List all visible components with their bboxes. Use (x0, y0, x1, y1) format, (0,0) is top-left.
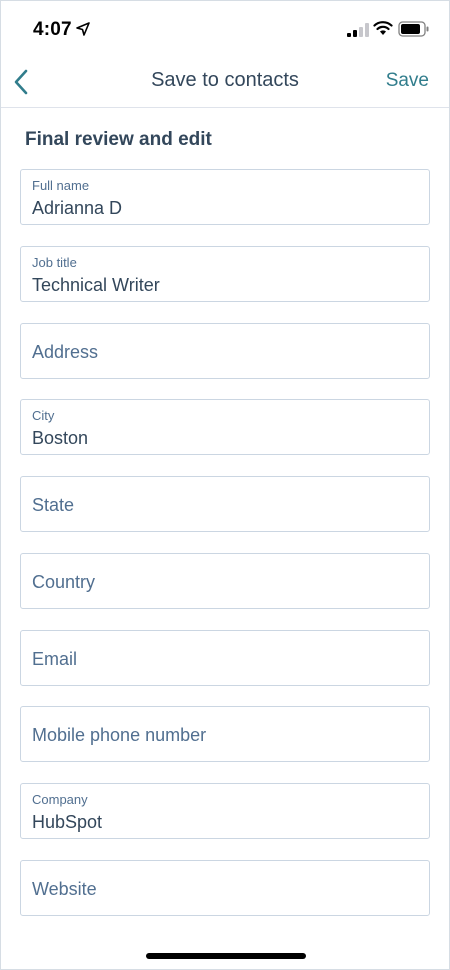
mobile-phone-placeholder: Mobile phone number (32, 725, 207, 745)
full-name-value: Adrianna D (32, 198, 123, 218)
address-field[interactable]: Address (20, 323, 430, 379)
save-button[interactable]: Save (386, 70, 429, 92)
location-arrow-icon (76, 22, 90, 36)
cellular-signal-icon (347, 23, 369, 37)
status-bar: 4:07 (1, 1, 449, 57)
job-title-field[interactable]: Job title Technical Writer (20, 246, 430, 302)
wifi-icon (373, 21, 393, 35)
full-name-label: Full name (32, 178, 90, 193)
country-placeholder: Country (32, 572, 96, 592)
company-value: HubSpot (32, 812, 103, 832)
battery-icon (398, 21, 429, 37)
city-label: City (32, 408, 55, 423)
job-title-value: Technical Writer (32, 275, 160, 295)
state-placeholder: State (32, 495, 75, 515)
website-field[interactable]: Website (20, 860, 430, 916)
nav-bar: Save to contacts Save (1, 57, 449, 108)
section-heading: Final review and edit (25, 129, 212, 150)
mobile-phone-field[interactable]: Mobile phone number (20, 706, 430, 762)
state-field[interactable]: State (20, 476, 430, 532)
email-placeholder: Email (32, 649, 78, 669)
company-field[interactable]: Company HubSpot (20, 783, 430, 839)
email-field[interactable]: Email (20, 630, 430, 686)
full-name-field[interactable]: Full name Adrianna D (20, 169, 430, 225)
address-placeholder: Address (32, 342, 99, 362)
screen: 4:07 Save to contacts Save Final review … (0, 0, 450, 970)
status-time: 4:07 (33, 19, 72, 40)
company-label: Company (32, 792, 88, 807)
website-placeholder: Website (32, 879, 97, 899)
city-field[interactable]: City Boston (20, 399, 430, 455)
page-title: Save to contacts (151, 69, 299, 91)
city-value: Boston (32, 428, 89, 448)
country-field[interactable]: Country (20, 553, 430, 609)
home-indicator[interactable] (146, 953, 306, 959)
job-title-label: Job title (32, 255, 77, 270)
